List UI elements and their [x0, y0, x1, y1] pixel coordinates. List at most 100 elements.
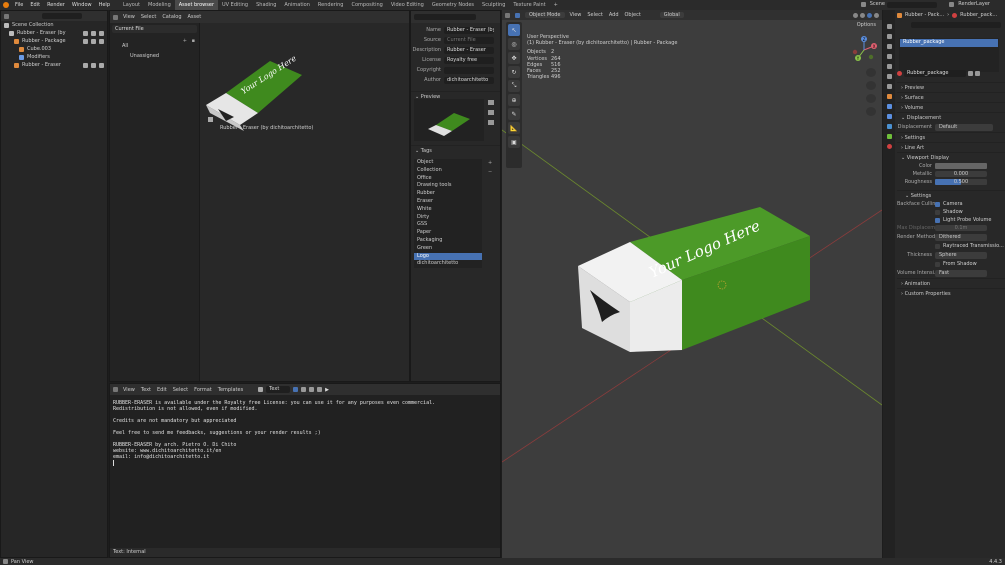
from-shadow-checkbox[interactable]	[935, 261, 940, 267]
custom-properties-panel[interactable]: › Custom Properties	[897, 288, 1005, 298]
camera-view-icon[interactable]	[866, 94, 876, 103]
view-layer-selector[interactable]: RenderLayer	[949, 1, 990, 7]
outliner-item[interactable]: Rubber - Package	[1, 37, 107, 45]
metadata-field[interactable]: Royalty free	[444, 56, 494, 64]
text-datablock[interactable]: Text ▶	[258, 386, 329, 393]
asset-search[interactable]	[414, 14, 476, 20]
object-tab-icon[interactable]	[886, 94, 892, 99]
preview-panel[interactable]: › Preview	[897, 82, 1005, 92]
annotate-tool-icon[interactable]: ✎	[508, 108, 520, 120]
exclude-checkbox[interactable]	[83, 38, 88, 44]
tag-item[interactable]: White	[414, 206, 482, 214]
volume-intensity-dropdown[interactable]: Fast	[935, 269, 987, 277]
tool-tab-icon[interactable]	[886, 24, 892, 29]
editor-type-icon[interactable]	[113, 14, 118, 20]
render-method-dropdown[interactable]: Dithered	[935, 233, 987, 241]
asset-menu-catalog[interactable]: Catalog	[162, 14, 181, 20]
scene-field[interactable]	[887, 2, 937, 8]
eye-icon[interactable]	[91, 38, 96, 44]
load-preview-icon[interactable]	[488, 100, 494, 105]
tag-item[interactable]: Dirty	[414, 214, 482, 222]
thickness-dropdown[interactable]: Sphere	[935, 251, 987, 259]
tag-item[interactable]: Logo	[414, 252, 482, 261]
workspace-tab[interactable]: +	[550, 0, 562, 10]
workspace-tab[interactable]: Sculpting	[478, 0, 509, 10]
viewport-3d[interactable]: Object Mode View Select Add Object Global O…	[502, 10, 882, 558]
fake-user-icon[interactable]	[293, 387, 299, 392]
workspace-tab[interactable]: UV Editing	[218, 0, 252, 10]
refresh-preview-icon[interactable]	[488, 110, 494, 115]
view-layer-tab-icon[interactable]	[886, 54, 892, 59]
light-probe-checkbox[interactable]	[935, 217, 940, 223]
volume-panel[interactable]: › Volume	[897, 102, 1005, 112]
measure-tool-icon[interactable]: 📐	[508, 122, 520, 134]
asset-menu-asset[interactable]: Asset	[188, 14, 202, 20]
tag-item[interactable]: Office	[414, 175, 482, 183]
menu-help[interactable]: Help	[99, 2, 110, 8]
navigation-gizmo[interactable]: X Y Z	[850, 36, 878, 64]
tag-item[interactable]: Collection	[414, 167, 482, 175]
material-datablock[interactable]: Rubber_package	[897, 70, 1003, 77]
duplicate-material-icon[interactable]	[968, 71, 973, 76]
line-art-panel[interactable]: › Line Art	[897, 142, 1005, 152]
surface-panel[interactable]: › Surface	[897, 92, 1005, 102]
metallic-slider[interactable]: 0.000	[935, 171, 987, 177]
camera-checkbox[interactable]	[935, 201, 940, 207]
workspace-tab[interactable]: Shading	[252, 0, 280, 10]
move-tool-icon[interactable]: ✥	[508, 52, 520, 64]
transform-tool-icon[interactable]: ⊕	[508, 94, 520, 106]
menu-file[interactable]: File	[15, 2, 23, 8]
text-menu-text[interactable]: Text	[141, 387, 151, 393]
catalog-unassigned[interactable]: Unassigned	[122, 51, 199, 61]
tags-section[interactable]: ⌄ Tags	[411, 145, 500, 155]
text-editor-type-icon[interactable]	[113, 387, 118, 392]
displacement-dropdown[interactable]: Default	[935, 123, 993, 131]
workspace-tab[interactable]: Compositing	[347, 0, 386, 10]
scene-tab-icon[interactable]	[886, 64, 892, 69]
outliner-search[interactable]	[42, 13, 82, 19]
properties-search[interactable]	[897, 22, 1003, 30]
exclude-checkbox[interactable]	[83, 30, 88, 36]
unlink-material-icon[interactable]	[975, 71, 980, 76]
tag-item[interactable]: dichitoarchitetto	[414, 260, 482, 268]
camera-render-icon[interactable]	[99, 30, 104, 36]
menu-render[interactable]: Render	[47, 2, 65, 8]
camera-render-icon[interactable]	[99, 38, 104, 44]
tag-item[interactable]: Eraser	[414, 198, 482, 206]
text-menu-select[interactable]: Select	[173, 387, 188, 393]
workspace-tab[interactable]: Layout	[119, 0, 144, 10]
pan-icon[interactable]	[866, 81, 876, 90]
settings-panel[interactable]: › Settings	[897, 132, 1005, 142]
exclude-checkbox[interactable]	[83, 62, 88, 68]
outliner-item[interactable]: Modifiers	[1, 53, 107, 61]
library-selector[interactable]: Current File	[112, 25, 197, 33]
text-menu-view[interactable]: View	[123, 387, 135, 393]
viewport-display-panel[interactable]: ⌄ Viewport Display	[897, 152, 1005, 162]
max-displacement-field[interactable]: 0.1m	[935, 225, 987, 231]
camera-render-icon[interactable]	[99, 62, 104, 68]
text-menu-edit[interactable]: Edit	[157, 387, 167, 393]
metadata-field[interactable]	[444, 66, 494, 74]
catalog-menu-icon[interactable]: ▪	[192, 38, 195, 44]
new-text-icon[interactable]	[301, 387, 307, 392]
scene-selector[interactable]: Scene	[860, 1, 885, 7]
zoom-icon[interactable]	[866, 68, 876, 77]
world-tab-icon[interactable]	[886, 74, 892, 79]
menu-window[interactable]: Window	[72, 2, 92, 8]
raytraced-checkbox[interactable]	[935, 243, 940, 249]
select-tool-icon[interactable]: ↖	[508, 24, 520, 36]
tag-item[interactable]: Green	[414, 245, 482, 253]
asset-menu-view[interactable]: View	[123, 14, 135, 20]
eye-icon[interactable]	[91, 30, 96, 36]
text-menu-templates[interactable]: Templates	[218, 387, 243, 393]
metadata-field[interactable]: Rubber - Eraser	[444, 46, 494, 54]
material-slot[interactable]: Rubber_package	[900, 39, 998, 47]
workspace-tab[interactable]: Rendering	[314, 0, 348, 10]
open-text-icon[interactable]	[309, 387, 315, 392]
add-cube-tool-icon[interactable]: ▣	[508, 136, 520, 148]
shadow-checkbox[interactable]	[935, 209, 940, 215]
workspace-tab[interactable]: Modeling	[144, 0, 175, 10]
unlink-text-icon[interactable]	[317, 387, 323, 392]
material-tab-icon[interactable]	[886, 144, 892, 149]
displacement-panel[interactable]: ⌄ Displacement	[897, 112, 1005, 122]
